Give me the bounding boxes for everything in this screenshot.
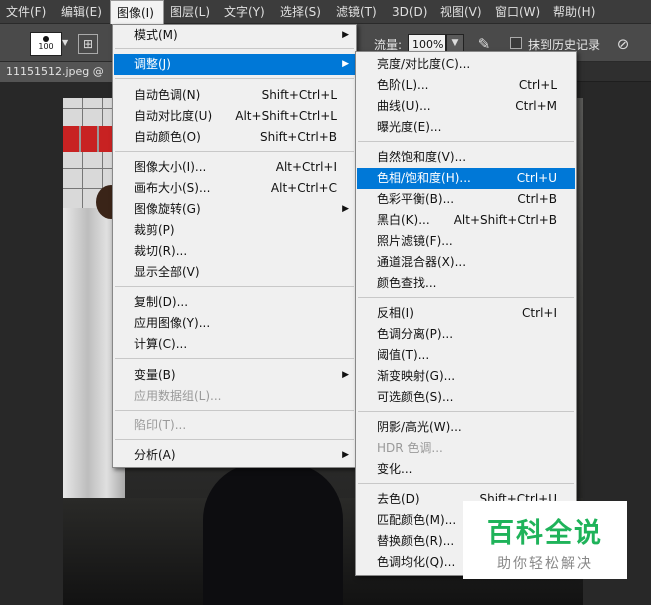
menu-type[interactable]: 文字(Y)	[218, 0, 274, 24]
adjust-item-exposure[interactable]: 曝光度(E)...	[357, 117, 575, 138]
adjust-item-variations[interactable]: 变化...	[357, 459, 575, 480]
adjust-item-hdr-toning: HDR 色调...	[377, 441, 443, 455]
adjust-item-photo-filter[interactable]: 照片滤镜(F)...	[357, 231, 575, 252]
submenu-arrow-icon: ▶	[342, 30, 349, 40]
menu-bar: 文件(F) 编辑(E) 图像(I) 图层(L) 文字(Y) 选择(S) 滤镜(T…	[0, 0, 651, 24]
adjust-item-vibrance[interactable]: 自然饱和度(V)...	[357, 147, 575, 168]
chevron-down-icon[interactable]: ▼	[62, 38, 70, 47]
image-menu-item-trap: 陷印(T)...	[134, 418, 187, 432]
menu-layer[interactable]: 图层(L)	[164, 0, 218, 24]
adjust-item-threshold[interactable]: 阈值(T)...	[357, 345, 575, 366]
image-menu-item-auto-tone[interactable]: 自动色调(N) Shift+Ctrl+L	[114, 85, 355, 106]
submenu-arrow-icon: ▶	[342, 450, 349, 460]
adjust-item-black-white[interactable]: 黑白(K)... Alt+Shift+Ctrl+B	[357, 210, 575, 231]
adjust-item-gradient-map[interactable]: 渐变映射(G)...	[357, 366, 575, 387]
image-menu-item-calculations[interactable]: 计算(C)...	[114, 334, 355, 355]
image-menu-item-canvas-size[interactable]: 画布大小(S)... Alt+Ctrl+C	[114, 178, 355, 199]
adjust-item-levels[interactable]: 色阶(L)... Ctrl+L	[357, 75, 575, 96]
menu-window[interactable]: 窗口(W)	[489, 0, 547, 24]
brush-size-value: 100	[38, 42, 54, 51]
document-tab[interactable]: 11151512.jpeg @	[0, 62, 112, 82]
menu-view[interactable]: 视图(V)	[434, 0, 489, 24]
image-menu-item-trim[interactable]: 裁切(R)...	[114, 241, 355, 262]
watermark-subtitle: 助你轻松解决	[497, 556, 593, 572]
image-menu-item-duplicate[interactable]: 复制(D)...	[114, 292, 355, 313]
submenu-arrow-icon: ▶	[342, 370, 349, 380]
adjustments-submenu: 亮度/对比度(C)... 色阶(L)... Ctrl+L 曲线(U)... Ctrl…	[355, 51, 577, 576]
adjust-item-color-lookup[interactable]: 颜色查找...	[357, 273, 575, 294]
watermark-title: 百科全说	[487, 518, 603, 549]
brush-panel-icon[interactable]: ⊞	[78, 34, 98, 54]
menu-help[interactable]: 帮助(H)	[547, 0, 603, 24]
figure	[203, 463, 343, 605]
image-menu-item-variables[interactable]: 变量(B) ▶	[114, 365, 355, 386]
image-menu-item-rotation[interactable]: 图像旋转(G) ▶	[114, 199, 355, 220]
submenu-arrow-icon: ▶	[342, 59, 349, 69]
brush-preset-picker[interactable]: 100	[30, 32, 62, 56]
adjust-item-curves[interactable]: 曲线(U)... Ctrl+M	[357, 96, 575, 117]
image-menu-item-analysis[interactable]: 分析(A) ▶	[114, 445, 355, 466]
adjust-item-invert[interactable]: 反相(I) Ctrl+I	[357, 303, 575, 324]
menu-select[interactable]: 选择(S)	[274, 0, 330, 24]
submenu-arrow-icon: ▶	[342, 204, 349, 214]
image-menu: 模式(M) ▶ 调整(J) ▶ 自动色调(N) Shift+Ctrl+L 自动对比度(…	[112, 24, 357, 468]
pressure-icon[interactable]: ⊘	[612, 33, 634, 55]
image-menu-item-adjust[interactable]: 调整(J) ▶	[114, 54, 355, 75]
image-menu-item-crop[interactable]: 裁剪(P)	[114, 220, 355, 241]
menu-file[interactable]: 文件(F)	[0, 0, 55, 24]
adjust-item-shadows-highlights[interactable]: 阴影/高光(W)...	[357, 417, 575, 438]
menu-image[interactable]: 图像(I)	[110, 0, 164, 24]
image-menu-item-mode[interactable]: 模式(M) ▶	[114, 25, 355, 46]
image-menu-item-apply-data-set: 应用数据组(L)...	[134, 389, 222, 403]
adjust-item-posterize[interactable]: 色调分离(P)...	[357, 324, 575, 345]
menu-edit[interactable]: 编辑(E)	[55, 0, 110, 24]
image-menu-item-reveal-all[interactable]: 显示全部(V)	[114, 262, 355, 283]
adjust-item-brightness-contrast[interactable]: 亮度/对比度(C)...	[357, 54, 575, 75]
adjust-item-selective-color[interactable]: 可选颜色(S)...	[357, 387, 575, 408]
image-menu-item-apply-image[interactable]: 应用图像(Y)...	[114, 313, 355, 334]
menu-3d[interactable]: 3D(D)	[386, 0, 434, 24]
red-tiles	[63, 126, 115, 152]
adjust-item-color-balance[interactable]: 色彩平衡(B)... Ctrl+B	[357, 189, 575, 210]
watermark-logo: 百科全说 助你轻松解决	[463, 501, 627, 579]
image-menu-item-auto-contrast[interactable]: 自动对比度(U) Alt+Shift+Ctrl+L	[114, 106, 355, 127]
image-menu-item-image-size[interactable]: 图像大小(I)... Alt+Ctrl+I	[114, 157, 355, 178]
adjust-item-channel-mixer[interactable]: 通道混合器(X)...	[357, 252, 575, 273]
menu-filter[interactable]: 滤镜(T)	[330, 0, 386, 24]
image-menu-item-auto-color[interactable]: 自动颜色(O) Shift+Ctrl+B	[114, 127, 355, 148]
adjust-item-hue-saturation[interactable]: 色相/饱和度(H)... Ctrl+U	[357, 168, 575, 189]
erase-to-history-checkbox[interactable]	[510, 37, 522, 49]
